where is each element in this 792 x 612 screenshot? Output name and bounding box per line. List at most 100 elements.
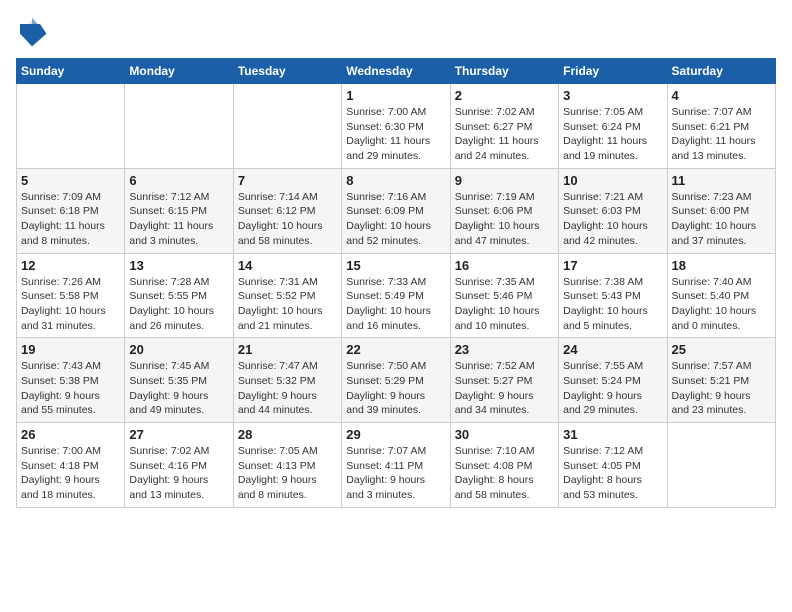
day-info: Sunrise: 7:55 AM Sunset: 5:24 PM Dayligh… bbox=[563, 359, 662, 418]
calendar-cell: 13 Sunrise: 7:28 AM Sunset: 5:55 PM Dayli… bbox=[125, 253, 233, 338]
day-number: 3 bbox=[563, 88, 662, 103]
day-info: Sunrise: 7:00 AM Sunset: 6:30 PM Dayligh… bbox=[346, 105, 445, 164]
day-of-week-header: Wednesday bbox=[342, 59, 450, 84]
calendar-cell: 27 Sunrise: 7:02 AM Sunset: 4:16 PM Dayli… bbox=[125, 423, 233, 508]
calendar-cell: 11Sunrise: 7:23 AM Sunset: 6:00 PM Dayli… bbox=[667, 168, 775, 253]
calendar-cell: 2 Sunrise: 7:02 AM Sunset: 6:27 PM Daylig… bbox=[450, 84, 558, 169]
day-number: 19 bbox=[21, 342, 120, 357]
calendar-cell: 29Sunrise: 7:07 AM Sunset: 4:11 PM Dayli… bbox=[342, 423, 450, 508]
day-number: 8 bbox=[346, 173, 445, 188]
calendar-cell bbox=[667, 423, 775, 508]
calendar-cell: 18 Sunrise: 7:40 AM Sunset: 5:40 PM Dayli… bbox=[667, 253, 775, 338]
day-number: 7 bbox=[238, 173, 337, 188]
day-number: 24 bbox=[563, 342, 662, 357]
day-info: Sunrise: 7:00 AM Sunset: 4:18 PM Dayligh… bbox=[21, 444, 120, 503]
day-of-week-header: Monday bbox=[125, 59, 233, 84]
calendar-week-row: 1 Sunrise: 7:00 AM Sunset: 6:30 PM Daylig… bbox=[17, 84, 776, 169]
day-of-week-header: Thursday bbox=[450, 59, 558, 84]
day-number: 1 bbox=[346, 88, 445, 103]
day-number: 26 bbox=[21, 427, 120, 442]
day-number: 10 bbox=[563, 173, 662, 188]
day-info: Sunrise: 7:05 AM Sunset: 4:13 PM Dayligh… bbox=[238, 444, 337, 503]
calendar-table: SundayMondayTuesdayWednesdayThursdayFrid… bbox=[16, 58, 776, 508]
day-info: Sunrise: 7:02 AM Sunset: 6:27 PM Dayligh… bbox=[455, 105, 554, 164]
calendar-cell: 9Sunrise: 7:19 AM Sunset: 6:06 PM Daylig… bbox=[450, 168, 558, 253]
calendar-cell bbox=[17, 84, 125, 169]
calendar-cell: 22Sunrise: 7:50 AM Sunset: 5:29 PM Dayli… bbox=[342, 338, 450, 423]
calendar-cell: 31 Sunrise: 7:12 AM Sunset: 4:05 PM Dayli… bbox=[559, 423, 667, 508]
day-of-week-header: Tuesday bbox=[233, 59, 341, 84]
day-number: 31 bbox=[563, 427, 662, 442]
day-info: Sunrise: 7:05 AM Sunset: 6:24 PM Dayligh… bbox=[563, 105, 662, 164]
day-info: Sunrise: 7:57 AM Sunset: 5:21 PM Dayligh… bbox=[672, 359, 771, 418]
day-info: Sunrise: 7:38 AM Sunset: 5:43 PM Dayligh… bbox=[563, 275, 662, 334]
day-info: Sunrise: 7:28 AM Sunset: 5:55 PM Dayligh… bbox=[129, 275, 228, 334]
day-number: 2 bbox=[455, 88, 554, 103]
day-info: Sunrise: 7:14 AM Sunset: 6:12 PM Dayligh… bbox=[238, 190, 337, 249]
calendar-cell: 19 Sunrise: 7:43 AM Sunset: 5:38 PM Dayli… bbox=[17, 338, 125, 423]
day-info: Sunrise: 7:43 AM Sunset: 5:38 PM Dayligh… bbox=[21, 359, 120, 418]
day-number: 21 bbox=[238, 342, 337, 357]
day-info: Sunrise: 7:02 AM Sunset: 4:16 PM Dayligh… bbox=[129, 444, 228, 503]
day-number: 16 bbox=[455, 258, 554, 273]
day-number: 28 bbox=[238, 427, 337, 442]
day-number: 14 bbox=[238, 258, 337, 273]
calendar-cell: 14 Sunrise: 7:31 AM Sunset: 5:52 PM Dayli… bbox=[233, 253, 341, 338]
day-number: 17 bbox=[563, 258, 662, 273]
day-number: 25 bbox=[672, 342, 771, 357]
day-info: Sunrise: 7:47 AM Sunset: 5:32 PM Dayligh… bbox=[238, 359, 337, 418]
calendar-cell: 20 Sunrise: 7:45 AM Sunset: 5:35 PM Dayli… bbox=[125, 338, 233, 423]
day-info: Sunrise: 7:21 AM Sunset: 6:03 PM Dayligh… bbox=[563, 190, 662, 249]
calendar-cell bbox=[125, 84, 233, 169]
day-number: 30 bbox=[455, 427, 554, 442]
calendar-cell: 17 Sunrise: 7:38 AM Sunset: 5:43 PM Dayli… bbox=[559, 253, 667, 338]
logo bbox=[16, 16, 52, 48]
day-number: 23 bbox=[455, 342, 554, 357]
day-number: 6 bbox=[129, 173, 228, 188]
calendar-cell: 6 Sunrise: 7:12 AM Sunset: 6:15 PM Daylig… bbox=[125, 168, 233, 253]
day-info: Sunrise: 7:19 AM Sunset: 6:06 PM Dayligh… bbox=[455, 190, 554, 249]
calendar-cell: 21 Sunrise: 7:47 AM Sunset: 5:32 PM Dayli… bbox=[233, 338, 341, 423]
logo-icon bbox=[16, 16, 48, 48]
calendar-cell: 26 Sunrise: 7:00 AM Sunset: 4:18 PM Dayli… bbox=[17, 423, 125, 508]
day-info: Sunrise: 7:12 AM Sunset: 6:15 PM Dayligh… bbox=[129, 190, 228, 249]
calendar-week-row: 19 Sunrise: 7:43 AM Sunset: 5:38 PM Dayli… bbox=[17, 338, 776, 423]
day-number: 27 bbox=[129, 427, 228, 442]
day-info: Sunrise: 7:07 AM Sunset: 6:21 PM Dayligh… bbox=[672, 105, 771, 164]
day-info: Sunrise: 7:52 AM Sunset: 5:27 PM Dayligh… bbox=[455, 359, 554, 418]
day-info: Sunrise: 7:09 AM Sunset: 6:18 PM Dayligh… bbox=[21, 190, 120, 249]
day-of-week-header: Saturday bbox=[667, 59, 775, 84]
day-number: 22 bbox=[346, 342, 445, 357]
days-header-row: SundayMondayTuesdayWednesdayThursdayFrid… bbox=[17, 59, 776, 84]
page-header bbox=[16, 16, 776, 48]
calendar-cell: 7 Sunrise: 7:14 AM Sunset: 6:12 PM Daylig… bbox=[233, 168, 341, 253]
day-number: 20 bbox=[129, 342, 228, 357]
day-info: Sunrise: 7:33 AM Sunset: 5:49 PM Dayligh… bbox=[346, 275, 445, 334]
day-number: 18 bbox=[672, 258, 771, 273]
day-info: Sunrise: 7:16 AM Sunset: 6:09 PM Dayligh… bbox=[346, 190, 445, 249]
calendar-cell: 30Sunrise: 7:10 AM Sunset: 4:08 PM Dayli… bbox=[450, 423, 558, 508]
day-info: Sunrise: 7:26 AM Sunset: 5:58 PM Dayligh… bbox=[21, 275, 120, 334]
calendar-cell: 10 Sunrise: 7:21 AM Sunset: 6:03 PM Dayli… bbox=[559, 168, 667, 253]
calendar-week-row: 5 Sunrise: 7:09 AM Sunset: 6:18 PM Daylig… bbox=[17, 168, 776, 253]
day-number: 15 bbox=[346, 258, 445, 273]
day-number: 4 bbox=[672, 88, 771, 103]
calendar-cell: 4 Sunrise: 7:07 AM Sunset: 6:21 PM Daylig… bbox=[667, 84, 775, 169]
day-info: Sunrise: 7:45 AM Sunset: 5:35 PM Dayligh… bbox=[129, 359, 228, 418]
calendar-cell: 25 Sunrise: 7:57 AM Sunset: 5:21 PM Dayli… bbox=[667, 338, 775, 423]
calendar-cell: 8 Sunrise: 7:16 AM Sunset: 6:09 PM Daylig… bbox=[342, 168, 450, 253]
calendar-week-row: 26 Sunrise: 7:00 AM Sunset: 4:18 PM Dayli… bbox=[17, 423, 776, 508]
day-info: Sunrise: 7:31 AM Sunset: 5:52 PM Dayligh… bbox=[238, 275, 337, 334]
day-number: 5 bbox=[21, 173, 120, 188]
day-number: 13 bbox=[129, 258, 228, 273]
calendar-week-row: 12 Sunrise: 7:26 AM Sunset: 5:58 PM Dayli… bbox=[17, 253, 776, 338]
day-info: Sunrise: 7:35 AM Sunset: 5:46 PM Dayligh… bbox=[455, 275, 554, 334]
day-number: 11 bbox=[672, 173, 771, 188]
day-of-week-header: Sunday bbox=[17, 59, 125, 84]
day-info: Sunrise: 7:40 AM Sunset: 5:40 PM Dayligh… bbox=[672, 275, 771, 334]
day-info: Sunrise: 7:12 AM Sunset: 4:05 PM Dayligh… bbox=[563, 444, 662, 503]
day-info: Sunrise: 7:07 AM Sunset: 4:11 PM Dayligh… bbox=[346, 444, 445, 503]
day-number: 12 bbox=[21, 258, 120, 273]
day-of-week-header: Friday bbox=[559, 59, 667, 84]
calendar-cell: 28 Sunrise: 7:05 AM Sunset: 4:13 PM Dayli… bbox=[233, 423, 341, 508]
